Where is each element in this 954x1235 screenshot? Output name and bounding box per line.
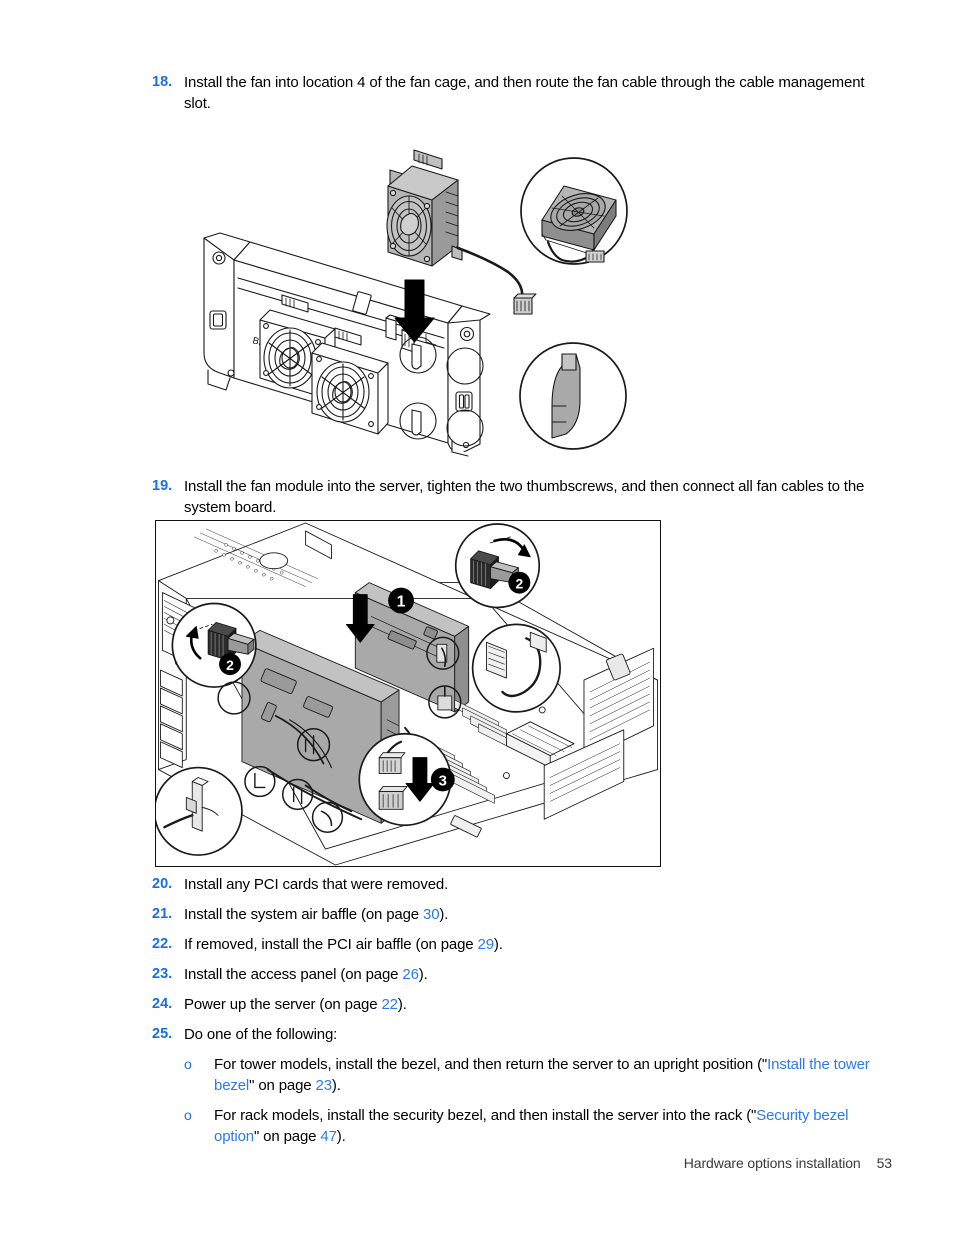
step-number: 25.	[152, 1026, 173, 1042]
callout-cable-clip-detail	[156, 766, 243, 856]
figure-fan-cage-installation: BLA	[190, 138, 642, 458]
step-number: 22.	[152, 936, 173, 952]
step-number: 18.	[152, 74, 173, 90]
step-text-main: Power up the server (on page	[184, 996, 382, 1013]
callout-thumbscrew-left: 2	[171, 602, 257, 688]
sublist-text: For tower models, install the bezel, and…	[214, 1054, 880, 1096]
step-25-sublist: o For tower models, install the bezel, a…	[184, 1054, 880, 1147]
page-link[interactable]: 22	[381, 996, 398, 1013]
sublist-item-rack: o For rack models, install the security …	[184, 1105, 880, 1147]
sublist-bullet: o	[184, 1056, 192, 1072]
step-18: 18. Install the fan into location 4 of t…	[150, 72, 880, 114]
step-19: 19. Install the fan module into the serv…	[150, 476, 880, 518]
page-link[interactable]: 26	[402, 966, 419, 983]
step-text-main: Do one of the following:	[184, 1026, 338, 1043]
step-text: Install the system air baffle (on page 3…	[184, 904, 880, 925]
step-text-tail: ).	[439, 906, 449, 923]
step-number: 19.	[152, 478, 173, 494]
sublist-text-mid: " on page	[249, 1077, 316, 1094]
callout-cable-slot-detail	[519, 342, 627, 450]
step-number: 20.	[152, 876, 173, 892]
svg-text:3: 3	[439, 773, 447, 789]
steps-list-middle: 19. Install the fan module into the serv…	[150, 476, 880, 520]
step-number: 23.	[152, 966, 173, 982]
svg-text:2: 2	[515, 576, 523, 592]
step-text-main: Install any PCI cards that were removed.	[184, 876, 449, 893]
page-footer: Hardware options installation 53	[684, 1155, 892, 1171]
step-text-main: Install the system air baffle (on page	[184, 906, 424, 923]
svg-text:2: 2	[226, 657, 234, 673]
callout-thumbscrew-right: 2	[454, 523, 541, 609]
svg-text:1: 1	[397, 594, 406, 611]
callout-cable-loop-detail	[471, 623, 561, 713]
sublist-text-mid: " on page	[253, 1128, 321, 1145]
sublist-text-tail: ).	[336, 1128, 346, 1145]
step-text: Do one of the following:	[184, 1024, 880, 1045]
sublist-text-tail: ).	[331, 1077, 341, 1094]
step-text: Power up the server (on page 22).	[184, 994, 880, 1015]
step-text-tail: ).	[418, 966, 428, 983]
step-20: 20. Install any PCI cards that were remo…	[150, 874, 880, 895]
document-page: 18. Install the fan into location 4 of t…	[0, 0, 954, 1235]
step-text-main: Install the access panel (on page	[184, 966, 403, 983]
callout-badge-1: 1	[388, 587, 414, 614]
steps-list-bottom: 20. Install any PCI cards that were remo…	[150, 874, 880, 1156]
step-text: Install any PCI cards that were removed.	[184, 874, 880, 895]
step-text: Install the access panel (on page 26).	[184, 964, 880, 985]
footer-page-number: 53	[876, 1155, 892, 1171]
sublist-text-main: For rack models, install the security be…	[214, 1107, 757, 1124]
sublist-item-tower: o For tower models, install the bezel, a…	[184, 1054, 880, 1096]
page-link[interactable]: 29	[478, 936, 495, 953]
footer-chapter-title: Hardware options installation	[683, 1155, 861, 1171]
step-number: 21.	[152, 906, 173, 922]
sublist-bullet: o	[184, 1107, 192, 1123]
step-text: Install the fan module into the server, …	[184, 478, 865, 516]
step-number: 24.	[152, 996, 173, 1012]
step-text: If removed, install the PCI air baffle (…	[184, 934, 880, 955]
step-text-tail: ).	[493, 936, 503, 953]
sublist-text-main: For tower models, install the bezel, and…	[214, 1056, 768, 1073]
replacement-fan-module	[386, 149, 463, 267]
page-link[interactable]: 23	[316, 1077, 333, 1094]
page-link[interactable]: 47	[320, 1128, 337, 1145]
step-21: 21. Install the system air baffle (on pa…	[150, 904, 880, 925]
fan-cable	[456, 246, 537, 315]
step-25: 25. Do one of the following:	[150, 1024, 880, 1045]
sublist-text: For rack models, install the security be…	[214, 1105, 880, 1147]
step-text-tail: ).	[397, 996, 407, 1013]
page-link[interactable]: 30	[423, 906, 440, 923]
step-text: Install the fan into location 4 of the f…	[184, 74, 865, 112]
step-23: 23. Install the access panel (on page 26…	[150, 964, 880, 985]
step-24: 24. Power up the server (on page 22).	[150, 994, 880, 1015]
figure-fan-module-into-server: 1 2 2 3	[155, 520, 661, 867]
step-text-main: If removed, install the PCI air baffle (…	[184, 936, 478, 953]
steps-list-top: 18. Install the fan into location 4 of t…	[150, 72, 880, 116]
step-22: 22. If removed, install the PCI air baff…	[150, 934, 880, 955]
callout-fan-detail-top	[520, 157, 628, 265]
